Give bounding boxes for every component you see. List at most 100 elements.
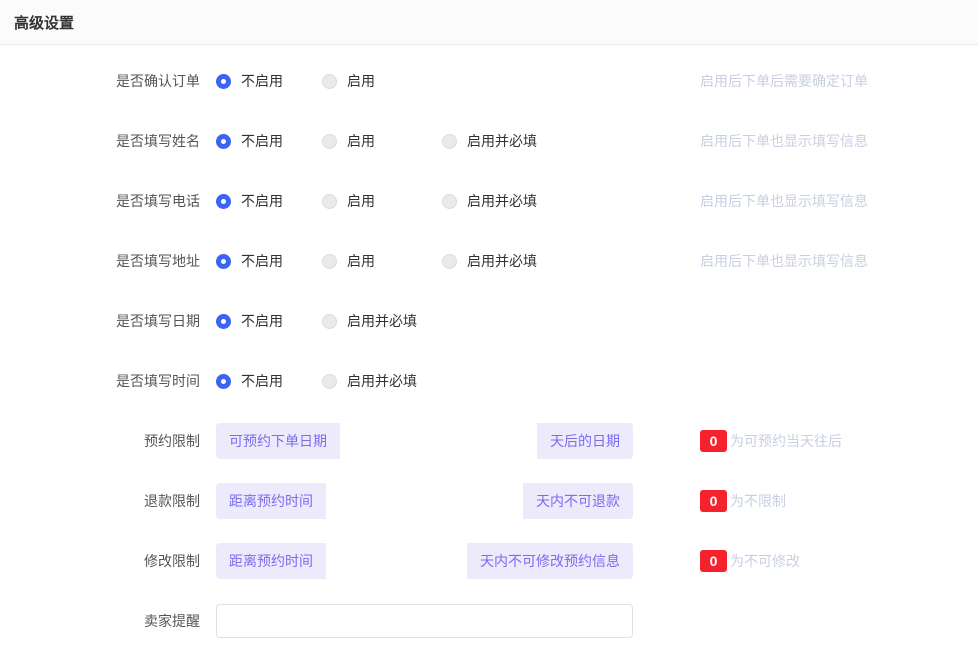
radio-selected-icon[interactable] (216, 134, 231, 149)
booking-limit-input-group: 可预约下单日期 天后的日期 (216, 423, 633, 459)
radio-option[interactable]: 不启用 (216, 71, 322, 91)
row-hint: 为可预约当天往后 (730, 431, 842, 451)
radio-unselected-icon[interactable] (442, 254, 457, 269)
seller-reminder-input[interactable] (216, 604, 633, 638)
field-label: 是否填写地址 (0, 251, 200, 271)
row-hint: 启用后下单也显示填写信息 (700, 251, 868, 271)
radio-option[interactable]: 不启用 (216, 251, 322, 271)
radio-option[interactable]: 不启用 (216, 311, 322, 331)
form-row-modify-limit: 修改限制 距离预约时间 天内不可修改预约信息 0 为不可修改 (0, 531, 978, 591)
row-hint: 为不限制 (730, 491, 786, 511)
input-prefix-label: 可预约下单日期 (216, 423, 340, 459)
row-hint: 启用后下单后需要确定订单 (700, 71, 868, 91)
radio-option[interactable]: 启用并必填 (322, 311, 417, 331)
radio-selected-icon[interactable] (216, 74, 231, 89)
modify-limit-input-group: 距离预约时间 天内不可修改预约信息 (216, 543, 633, 579)
refund-days-input[interactable] (326, 483, 523, 519)
field-label: 是否填写电话 (0, 191, 200, 211)
input-prefix-label: 距离预约时间 (216, 483, 326, 519)
radio-group: 不启用 启用 启用并必填 (216, 251, 537, 271)
row-hint-group: 0 为不可修改 (700, 550, 800, 572)
field-label: 是否填写时间 (0, 371, 200, 391)
radio-unselected-icon[interactable] (322, 134, 337, 149)
panel-header: 高级设置 (0, 0, 978, 45)
input-prefix-label: 距离预约时间 (216, 543, 326, 579)
field-label: 修改限制 (0, 551, 200, 571)
radio-option[interactable]: 启用并必填 (442, 191, 537, 211)
form-row-refund-limit: 退款限制 距离预约时间 天内不可退款 0 为不限制 (0, 471, 978, 531)
field-label: 是否填写日期 (0, 311, 200, 331)
input-suffix-label: 天后的日期 (537, 423, 633, 459)
radio-unselected-icon[interactable] (442, 194, 457, 209)
radio-option-label: 不启用 (241, 131, 283, 151)
radio-option[interactable]: 启用并必填 (442, 251, 537, 271)
radio-option-label: 启用 (347, 251, 375, 271)
radio-unselected-icon[interactable] (442, 134, 457, 149)
radio-option-label: 启用 (347, 131, 375, 151)
radio-option[interactable]: 启用 (322, 251, 442, 271)
radio-option[interactable]: 不启用 (216, 191, 322, 211)
modify-days-input[interactable] (326, 543, 467, 579)
form-row-seller-reminder: 卖家提醒 (0, 591, 978, 651)
radio-option-label: 不启用 (241, 191, 283, 211)
radio-option[interactable]: 不启用 (216, 131, 322, 151)
radio-selected-icon[interactable] (216, 254, 231, 269)
radio-option[interactable]: 不启用 (216, 371, 322, 391)
radio-group: 不启用 启用并必填 (216, 371, 417, 391)
radio-group: 不启用 启用 (216, 71, 375, 91)
row-hint: 启用后下单也显示填写信息 (700, 191, 868, 211)
radio-option-label: 启用 (347, 191, 375, 211)
radio-option[interactable]: 启用 (322, 131, 442, 151)
form-row-fill-date: 是否填写日期 不启用 启用并必填 (0, 291, 978, 351)
form-row-fill-address: 是否填写地址 不启用 启用 启用并必填 启用后下单也显示填写信息 (0, 231, 978, 291)
field-label: 是否填写姓名 (0, 131, 200, 151)
radio-group: 不启用 启用 启用并必填 (216, 131, 537, 151)
radio-option-label: 启用 (347, 71, 375, 91)
radio-option-label: 不启用 (241, 251, 283, 271)
field-label: 预约限制 (0, 431, 200, 451)
page-title: 高级设置 (14, 12, 74, 33)
radio-option-label: 不启用 (241, 371, 283, 391)
zero-badge: 0 (700, 490, 727, 512)
radio-unselected-icon[interactable] (322, 74, 337, 89)
input-suffix-label: 天内不可修改预约信息 (467, 543, 633, 579)
radio-option[interactable]: 启用 (322, 191, 442, 211)
radio-option-label: 启用并必填 (467, 251, 537, 271)
radio-option-label: 启用并必填 (467, 131, 537, 151)
field-label: 卖家提醒 (0, 611, 200, 631)
radio-option-label: 不启用 (241, 311, 283, 331)
field-label: 是否确认订单 (0, 71, 200, 91)
form-row-confirm-order: 是否确认订单 不启用 启用 启用后下单后需要确定订单 (0, 51, 978, 111)
row-hint: 启用后下单也显示填写信息 (700, 131, 868, 151)
radio-unselected-icon[interactable] (322, 194, 337, 209)
radio-option-label: 启用并必填 (467, 191, 537, 211)
refund-limit-input-group: 距离预约时间 天内不可退款 (216, 483, 633, 519)
radio-option[interactable]: 启用并必填 (442, 131, 537, 151)
field-label: 退款限制 (0, 491, 200, 511)
zero-badge: 0 (700, 550, 727, 572)
radio-selected-icon[interactable] (216, 314, 231, 329)
radio-group: 不启用 启用 启用并必填 (216, 191, 537, 211)
zero-badge: 0 (700, 430, 727, 452)
form-row-booking-limit: 预约限制 可预约下单日期 天后的日期 0 为可预约当天往后 (0, 411, 978, 471)
form-row-fill-phone: 是否填写电话 不启用 启用 启用并必填 启用后下单也显示填写信息 (0, 171, 978, 231)
advanced-settings-form: 是否确认订单 不启用 启用 启用后下单后需要确定订单 是否填写姓名 不启用 启用 (0, 45, 978, 651)
input-suffix-label: 天内不可退款 (523, 483, 633, 519)
form-row-fill-time: 是否填写时间 不启用 启用并必填 (0, 351, 978, 411)
booking-days-input[interactable] (340, 423, 537, 459)
row-hint-group: 0 为不限制 (700, 490, 786, 512)
radio-option[interactable]: 启用 (322, 71, 375, 91)
radio-selected-icon[interactable] (216, 374, 231, 389)
form-row-fill-name: 是否填写姓名 不启用 启用 启用并必填 启用后下单也显示填写信息 (0, 111, 978, 171)
radio-option-label: 启用并必填 (347, 371, 417, 391)
row-hint: 为不可修改 (730, 551, 800, 571)
radio-unselected-icon[interactable] (322, 254, 337, 269)
radio-option-label: 不启用 (241, 71, 283, 91)
radio-option-label: 启用并必填 (347, 311, 417, 331)
radio-unselected-icon[interactable] (322, 374, 337, 389)
radio-unselected-icon[interactable] (322, 314, 337, 329)
radio-group: 不启用 启用并必填 (216, 311, 417, 331)
radio-selected-icon[interactable] (216, 194, 231, 209)
radio-option[interactable]: 启用并必填 (322, 371, 417, 391)
row-hint-group: 0 为可预约当天往后 (700, 430, 842, 452)
